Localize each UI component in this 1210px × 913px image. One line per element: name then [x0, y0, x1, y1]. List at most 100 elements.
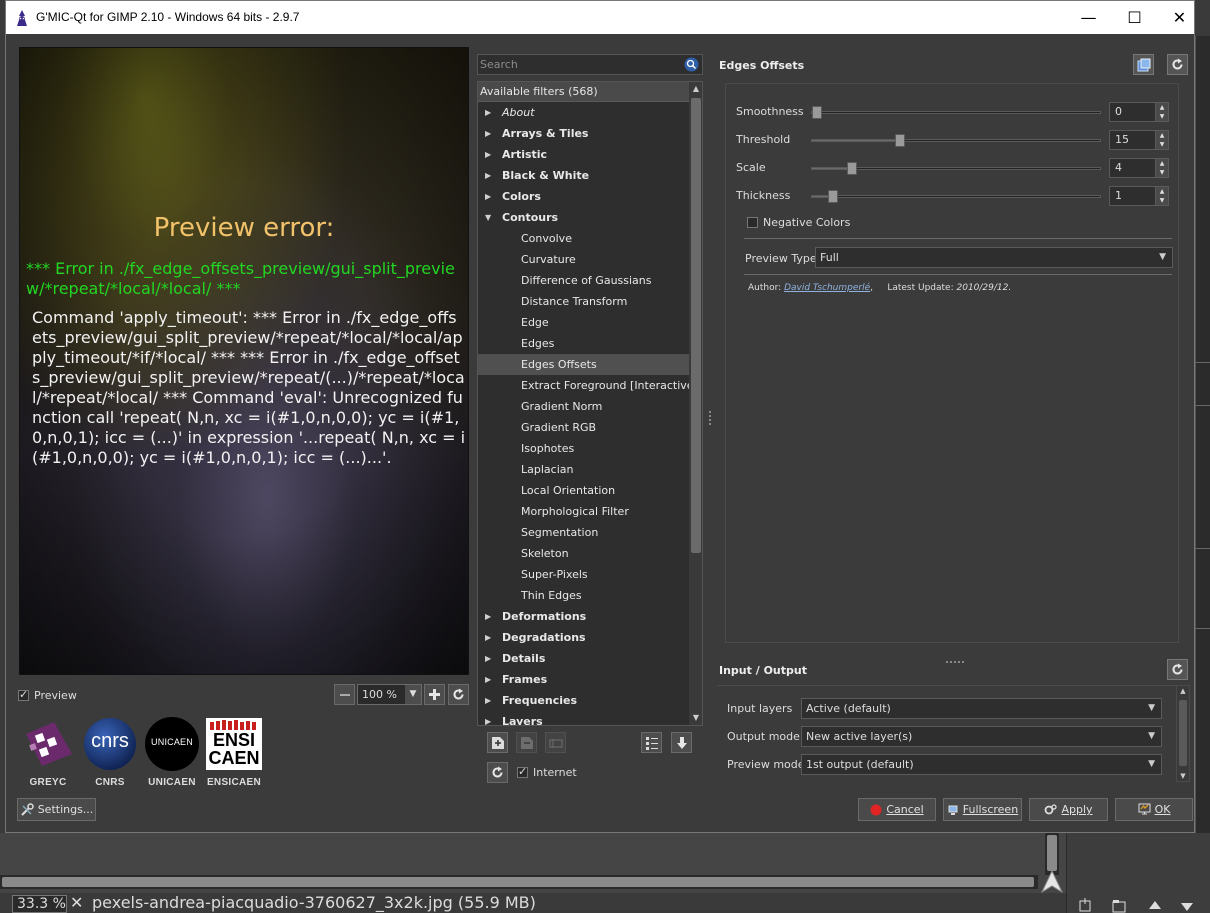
parameter-spinbox[interactable]: 15 ▲ ▼ — [1109, 130, 1169, 150]
gimp-zoom-field[interactable]: 33.3 % — [12, 895, 67, 913]
vertical-splitter[interactable] — [709, 411, 712, 427]
zoom-in-button[interactable] — [424, 684, 445, 705]
filter-item[interactable]: Edges Offsets — [478, 354, 689, 375]
checkbox-icon[interactable] — [18, 688, 29, 701]
reset-io-button[interactable] — [1167, 659, 1188, 680]
slider-handle[interactable] — [812, 106, 822, 119]
chevron-right-icon[interactable]: ▶ — [485, 123, 491, 144]
ok-button[interactable]: OK — [1115, 798, 1193, 821]
negative-colors-checkbox[interactable]: Negative Colors — [747, 215, 850, 229]
parameter-slider[interactable] — [811, 134, 1101, 147]
filter-item[interactable]: Thin Edges — [478, 585, 689, 606]
chevron-right-icon[interactable]: ▶ — [485, 186, 491, 207]
filter-item[interactable]: Difference of Gaussians — [478, 270, 689, 291]
minimize-button[interactable]: — — [1066, 1, 1111, 34]
lower-icon[interactable] — [1179, 898, 1195, 913]
spin-arrows-icon[interactable]: ▲ ▼ — [1155, 131, 1168, 149]
filter-category[interactable]: ▶ Colors — [478, 186, 689, 207]
filter-category[interactable]: ▼ Contours — [478, 207, 689, 228]
output-mode-select[interactable]: New active layer(s) ▼ — [801, 726, 1162, 747]
filter-category[interactable]: ▶ Details — [478, 648, 689, 669]
chevron-right-icon[interactable]: ▶ — [485, 669, 491, 690]
spin-arrows-icon[interactable]: ▲ ▼ — [1155, 187, 1168, 205]
close-icon[interactable]: ✕ — [70, 893, 83, 912]
scroll-down-icon[interactable]: ▼ — [1177, 772, 1189, 780]
select-filters-button[interactable] — [641, 732, 662, 753]
filter-item[interactable]: Convolve — [478, 228, 689, 249]
parameter-spinbox[interactable]: 4 ▲ ▼ — [1109, 158, 1169, 178]
navigate-icon[interactable] — [1038, 868, 1066, 896]
chevron-right-icon[interactable]: ▶ — [485, 690, 491, 711]
scroll-down-icon[interactable]: ▼ — [689, 711, 702, 725]
maximize-button[interactable]: ☐ — [1112, 1, 1157, 34]
filter-item[interactable]: Segmentation — [478, 522, 689, 543]
zoom-reset-button[interactable] — [448, 684, 469, 705]
rename-fave-button[interactable] — [545, 732, 566, 753]
raise-icon[interactable] — [1147, 898, 1163, 913]
parameter-spinbox[interactable]: 1 ▲ ▼ — [1109, 186, 1169, 206]
remove-fave-button[interactable] — [516, 732, 537, 753]
filter-item[interactable]: Morphological Filter — [478, 501, 689, 522]
filter-category[interactable]: ▶ Frames — [478, 669, 689, 690]
zoom-select[interactable]: 100 % ▼ — [357, 684, 422, 705]
filter-item[interactable]: Super-Pixels — [478, 564, 689, 585]
preview-checkbox[interactable]: Preview — [18, 688, 77, 702]
settings-button[interactable]: Settings... — [17, 798, 96, 821]
preview-split-button[interactable] — [1133, 54, 1154, 75]
preview-area[interactable]: Preview error: *** Error in ./fx_edge_of… — [19, 47, 469, 675]
filter-category[interactable]: ▶ Layers — [478, 711, 689, 725]
chevron-right-icon[interactable]: ▶ — [485, 144, 491, 165]
checkbox-icon[interactable] — [517, 765, 528, 778]
reset-parameters-button[interactable] — [1167, 54, 1188, 75]
scrollbar-thumb[interactable] — [1179, 700, 1187, 766]
parameter-slider[interactable] — [811, 106, 1101, 119]
filter-item[interactable]: Laplacian — [478, 459, 689, 480]
new-layer-icon[interactable] — [1077, 898, 1093, 913]
zoom-out-button[interactable] — [334, 684, 355, 705]
internet-checkbox[interactable]: Internet — [517, 765, 577, 779]
filter-item[interactable]: Extract Foreground [Interactive] — [478, 375, 698, 396]
chevron-right-icon[interactable]: ▶ — [485, 102, 491, 123]
filter-item[interactable]: Edges — [478, 333, 689, 354]
scroll-up-icon[interactable]: ▲ — [689, 82, 702, 96]
filter-item[interactable]: Local Orientation — [478, 480, 689, 501]
chevron-right-icon[interactable]: ▶ — [485, 648, 491, 669]
filter-item[interactable]: Distance Transform — [478, 291, 689, 312]
spin-arrows-icon[interactable]: ▲ ▼ — [1155, 159, 1168, 177]
filter-item[interactable]: Gradient Norm — [478, 396, 689, 417]
chevron-right-icon[interactable]: ▶ — [485, 627, 491, 648]
spin-arrows-icon[interactable]: ▲ ▼ — [1155, 103, 1168, 121]
chevron-right-icon[interactable]: ▶ — [485, 711, 491, 725]
filter-category[interactable]: ▶ Arrays & Tiles — [478, 123, 689, 144]
chevron-down-icon[interactable]: ▼ — [485, 207, 491, 228]
filter-item[interactable]: Edge — [478, 312, 689, 333]
filter-category[interactable]: ▶ Deformations — [478, 606, 689, 627]
layer-group-icon[interactable] — [1111, 898, 1127, 913]
add-fave-button[interactable] — [487, 732, 508, 753]
slider-handle[interactable] — [828, 190, 839, 203]
scrollbar-thumb[interactable] — [691, 98, 701, 553]
apply-button[interactable]: Apply — [1029, 798, 1108, 821]
filter-item[interactable]: Curvature — [478, 249, 689, 270]
author-link[interactable]: David Tschumperlé — [784, 283, 870, 293]
filter-category[interactable]: ▶ Artistic — [478, 144, 689, 165]
update-filters-button[interactable] — [487, 762, 508, 783]
filter-category[interactable]: ▶ Degradations — [478, 627, 689, 648]
gimp-horizontal-scrollbar[interactable] — [0, 875, 1038, 889]
parameter-spinbox[interactable]: 0 ▲ ▼ — [1109, 102, 1169, 122]
filter-category[interactable]: ▶ Black & White — [478, 165, 689, 186]
io-scrollbar[interactable]: ▲ ▼ — [1176, 685, 1190, 782]
cancel-button[interactable]: Cancel — [858, 798, 936, 821]
expand-all-button[interactable] — [671, 732, 692, 753]
close-button[interactable]: ✕ — [1157, 1, 1202, 34]
search-icon[interactable] — [684, 57, 699, 72]
input-layers-select[interactable]: Active (default) ▼ — [801, 698, 1162, 719]
checkbox-icon[interactable] — [747, 216, 758, 228]
filter-category[interactable]: ▶ Frequencies — [478, 690, 689, 711]
scroll-up-icon[interactable]: ▲ — [1177, 687, 1189, 695]
preview-type-select[interactable]: Full ▼ — [815, 247, 1173, 268]
chevron-right-icon[interactable]: ▶ — [485, 606, 491, 627]
fullscreen-button[interactable]: Fullscreen — [943, 798, 1022, 821]
filter-item[interactable]: Isophotes — [478, 438, 689, 459]
slider-handle[interactable] — [895, 134, 906, 147]
